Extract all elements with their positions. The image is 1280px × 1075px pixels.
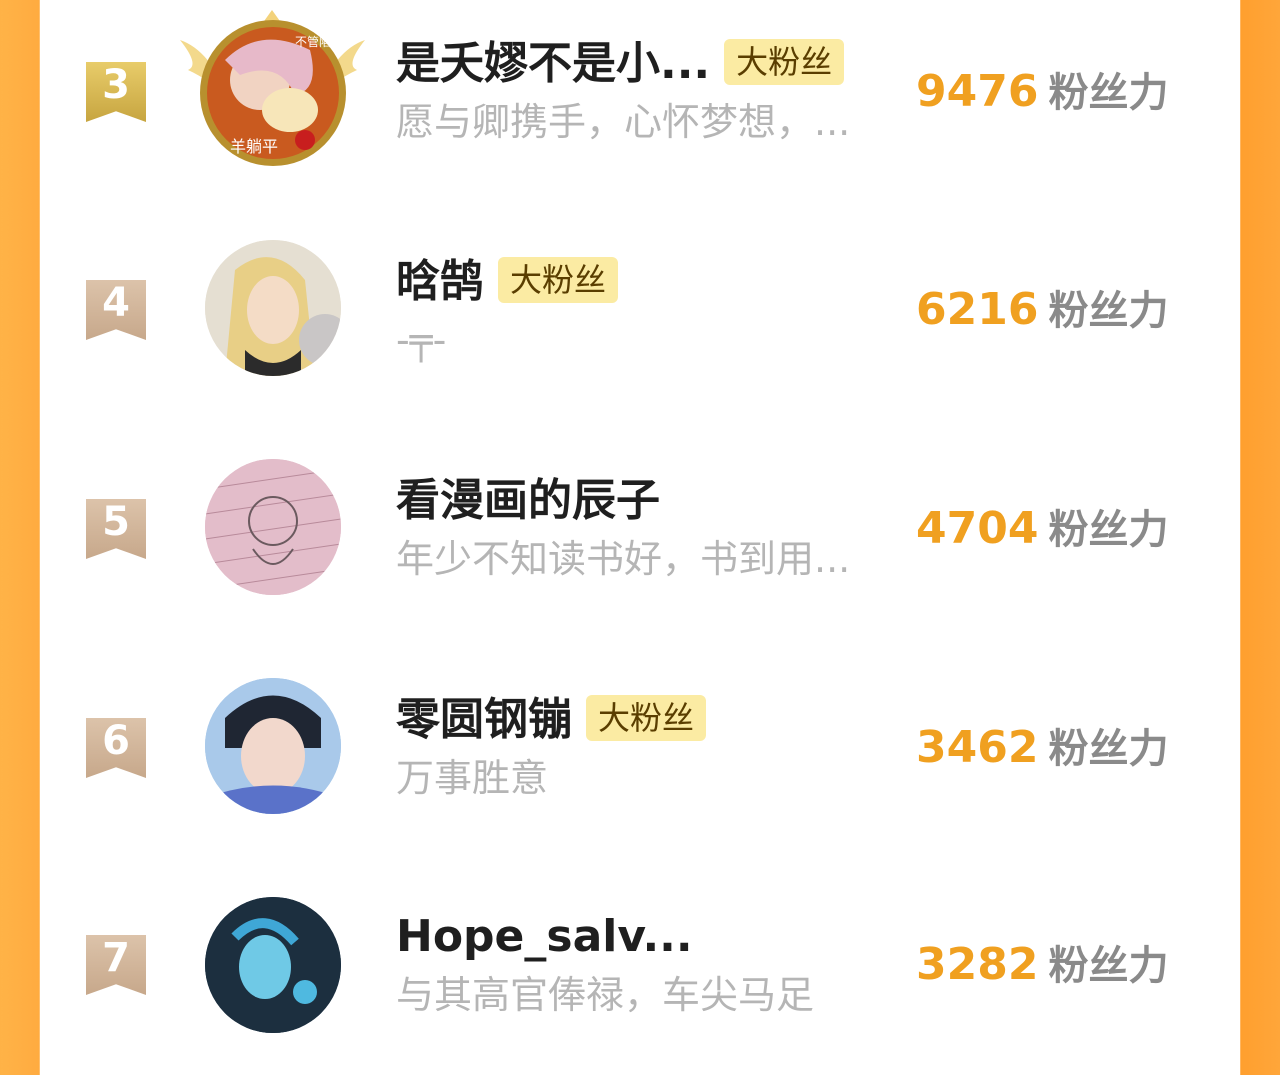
list-item[interactable]: 3 不管陷 羊躺平 是夭嫪不是小... 大粉丝 愿与卿携手，心怀梦想，... 94… [40, 0, 1240, 200]
fan-level-badge: 大粉丝 [724, 39, 845, 85]
list-item[interactable]: 6 零圆钢镚 大粉丝 万事胜意 3462 粉丝力 [40, 656, 1240, 856]
user-name-text: 看漫画的辰子 [396, 475, 660, 526]
score-unit: 粉丝力 [1048, 288, 1169, 334]
user-name-text: Hope_salv... [396, 911, 693, 962]
fan-power-score: 9476 粉丝力 [916, 62, 1168, 131]
fan-level-badge: 大粉丝 [498, 257, 619, 303]
avatar[interactable] [205, 678, 341, 814]
list-item[interactable]: 5 看漫画的辰子 年少不知读书好，书到用... 4704 粉丝力 [40, 437, 1240, 637]
avatar[interactable] [205, 897, 341, 1033]
score-value: 3282 [916, 939, 1039, 990]
avatar[interactable] [205, 240, 341, 376]
user-name-text: 是夭嫪不是小... [396, 38, 711, 89]
fan-power-score: 3282 粉丝力 [916, 935, 1168, 1004]
score-value: 3462 [916, 722, 1039, 773]
rank-badge: 3 [86, 62, 146, 122]
fan-power-score: 3462 粉丝力 [916, 718, 1168, 787]
score-value: 6216 [916, 284, 1039, 335]
score-value: 9476 [916, 66, 1039, 117]
user-signature: -╤- [396, 318, 447, 362]
user-name[interactable]: 零圆钢镚 大粉丝 [396, 692, 707, 748]
avatar[interactable]: 不管陷 羊躺平 [200, 20, 346, 166]
user-name[interactable]: Hope_salv... [396, 909, 693, 965]
rank-badge: 6 [86, 718, 146, 778]
score-unit: 粉丝力 [1048, 943, 1169, 989]
user-name[interactable]: 晗鹄 大粉丝 [396, 254, 619, 310]
score-unit: 粉丝力 [1048, 70, 1169, 116]
fan-power-score: 4704 粉丝力 [916, 499, 1168, 568]
avatar[interactable] [205, 459, 341, 595]
score-value: 4704 [916, 503, 1039, 554]
user-name[interactable]: 是夭嫪不是小... 大粉丝 [396, 36, 845, 92]
list-item[interactable]: 7 Hope_salv... 与其高官俸禄，车尖马足 3282 粉丝力 [40, 875, 1240, 1075]
user-signature: 与其高官俸禄，车尖马足 [396, 973, 815, 1017]
fan-level-badge: 大粉丝 [586, 695, 707, 741]
user-name[interactable]: 看漫画的辰子 [396, 473, 660, 529]
leaderboard-panel: 3 不管陷 羊躺平 是夭嫪不是小... 大粉丝 愿与卿携手，心怀梦想，... 94… [40, 0, 1240, 1033]
list-item[interactable]: 4 晗鹄 大粉丝 -╤- 6216 粉丝力 [40, 218, 1240, 418]
user-signature: 愿与卿携手，心怀梦想，... [396, 100, 851, 144]
rank-badge: 5 [86, 499, 146, 559]
avatar-caption-bottom: 羊躺平 [230, 138, 278, 156]
rank-badge: 7 [86, 935, 146, 995]
user-signature: 万事胜意 [396, 756, 549, 800]
score-unit: 粉丝力 [1048, 726, 1169, 772]
fan-power-score: 6216 粉丝力 [916, 280, 1168, 349]
user-signature: 年少不知读书好，书到用... [396, 537, 851, 581]
user-name-text: 零圆钢镚 [396, 694, 572, 745]
rank-badge: 4 [86, 280, 146, 340]
score-unit: 粉丝力 [1048, 507, 1169, 553]
user-name-text: 晗鹄 [396, 256, 484, 307]
